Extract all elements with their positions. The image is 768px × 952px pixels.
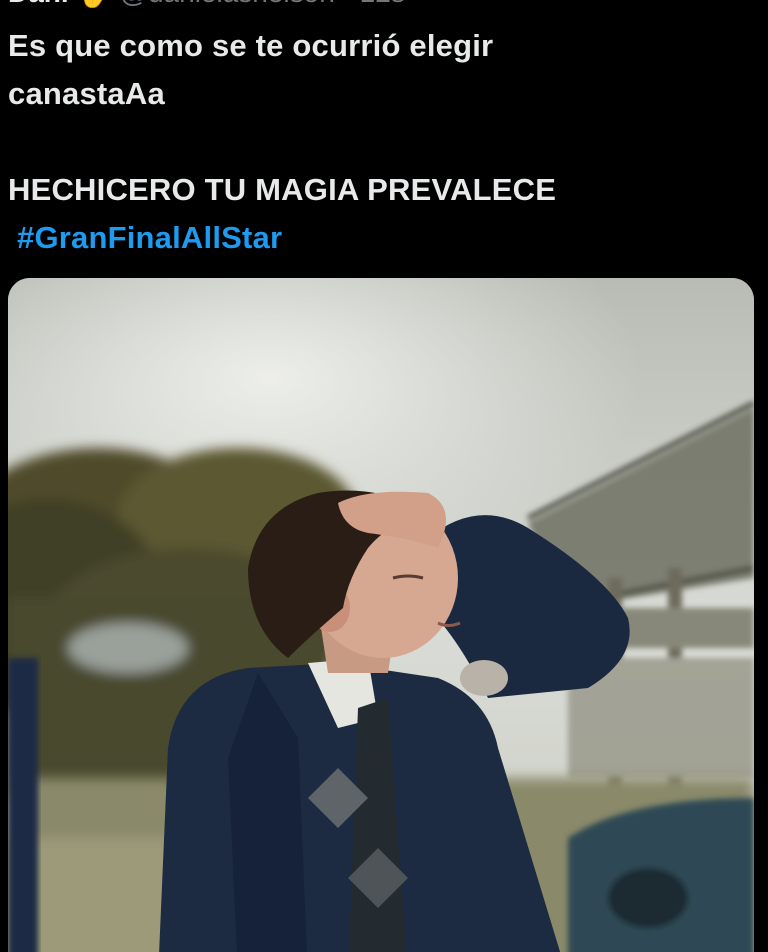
tweet-line: Es que como se te ocurrió elegir: [8, 28, 494, 63]
tweet-photo[interactable]: [8, 278, 754, 952]
tweet-caption: HECHICERO TU MAGIA PREVALECE: [8, 172, 557, 207]
author-handle[interactable]: @danielasnelson · 12s: [120, 0, 405, 8]
tweet[interactable]: Dani ✋ @danielasnelson · 12s Es que como…: [0, 0, 768, 952]
hashtag-link[interactable]: #GranFinalAllStar: [17, 220, 282, 255]
photo-image: [8, 278, 754, 952]
author-name[interactable]: Dani: [8, 0, 69, 8]
hand-emoji-icon: ✋: [77, 0, 112, 8]
tweet-text: Es que como se te ocurrió elegir canasta…: [8, 22, 748, 262]
tweet-line: canastaAa: [8, 76, 165, 111]
tweet-header: Dani ✋ @danielasnelson · 12s: [8, 0, 405, 8]
